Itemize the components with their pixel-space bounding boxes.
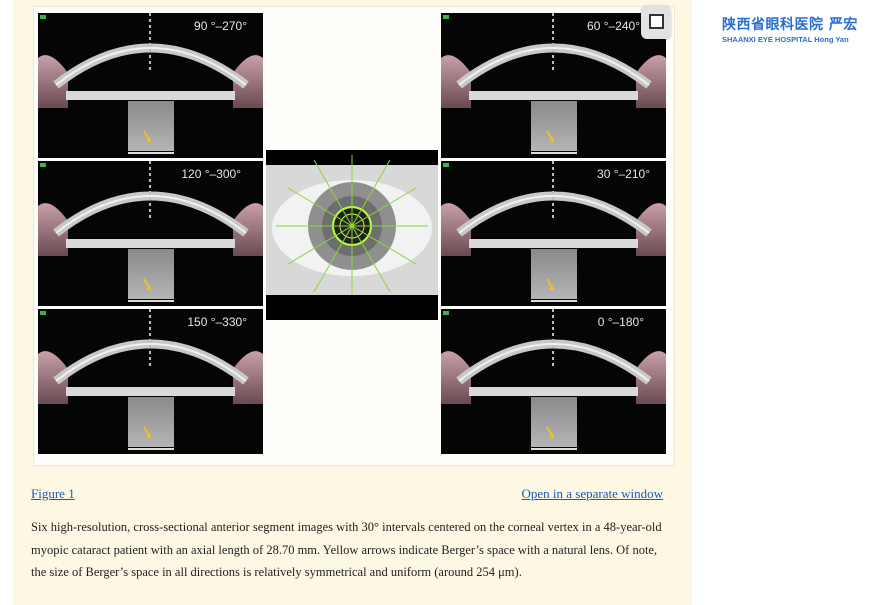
oct-scan-tile: 90 °–270°: [38, 13, 263, 158]
square-icon: [649, 14, 664, 29]
oct-scan-tile: 120 °–300°: [38, 161, 263, 306]
scan-angle-label: 150 °–330°: [187, 315, 247, 329]
oct-scan-image: [441, 13, 666, 158]
scan-angle-label: 120 °–300°: [181, 167, 241, 181]
oct-scan-image: [38, 309, 263, 454]
oct-scan-tile: 150 °–330°: [38, 309, 263, 454]
figure-caption: Six high-resolution, cross-sectional ant…: [31, 520, 662, 579]
oct-scan-tile: 60 °–240°: [441, 13, 666, 158]
oct-scan-tile: 0 °–180°: [441, 309, 666, 454]
scan-angle-label: 60 °–240°: [587, 19, 640, 33]
eye-scan-pattern-image: [266, 150, 438, 320]
oct-scan-image: [38, 161, 263, 306]
hospital-watermark: 陕西省眼科医院 严宏 SHAANXI EYE HOSPITAL Hong Yan: [722, 14, 882, 44]
open-in-separate-window-link[interactable]: Open in a separate window: [521, 486, 663, 502]
oct-scan-image: [441, 309, 666, 454]
figure-1-link[interactable]: Figure 1: [31, 486, 75, 502]
expand-image-button[interactable]: [641, 5, 671, 39]
oct-scan-image: [38, 13, 263, 158]
oct-scan-tile: 30 °–210°: [441, 161, 666, 306]
scan-angle-label: 0 °–180°: [597, 315, 644, 329]
hospital-name-english: SHAANXI EYE HOSPITAL Hong Yan: [722, 35, 849, 44]
scan-angle-label: 30 °–210°: [597, 167, 650, 181]
hospital-name-chinese: 陕西省眼科医院 严宏: [722, 17, 858, 33]
scan-angle-label: 90 °–270°: [194, 19, 247, 33]
oct-scan-image: [441, 161, 666, 306]
